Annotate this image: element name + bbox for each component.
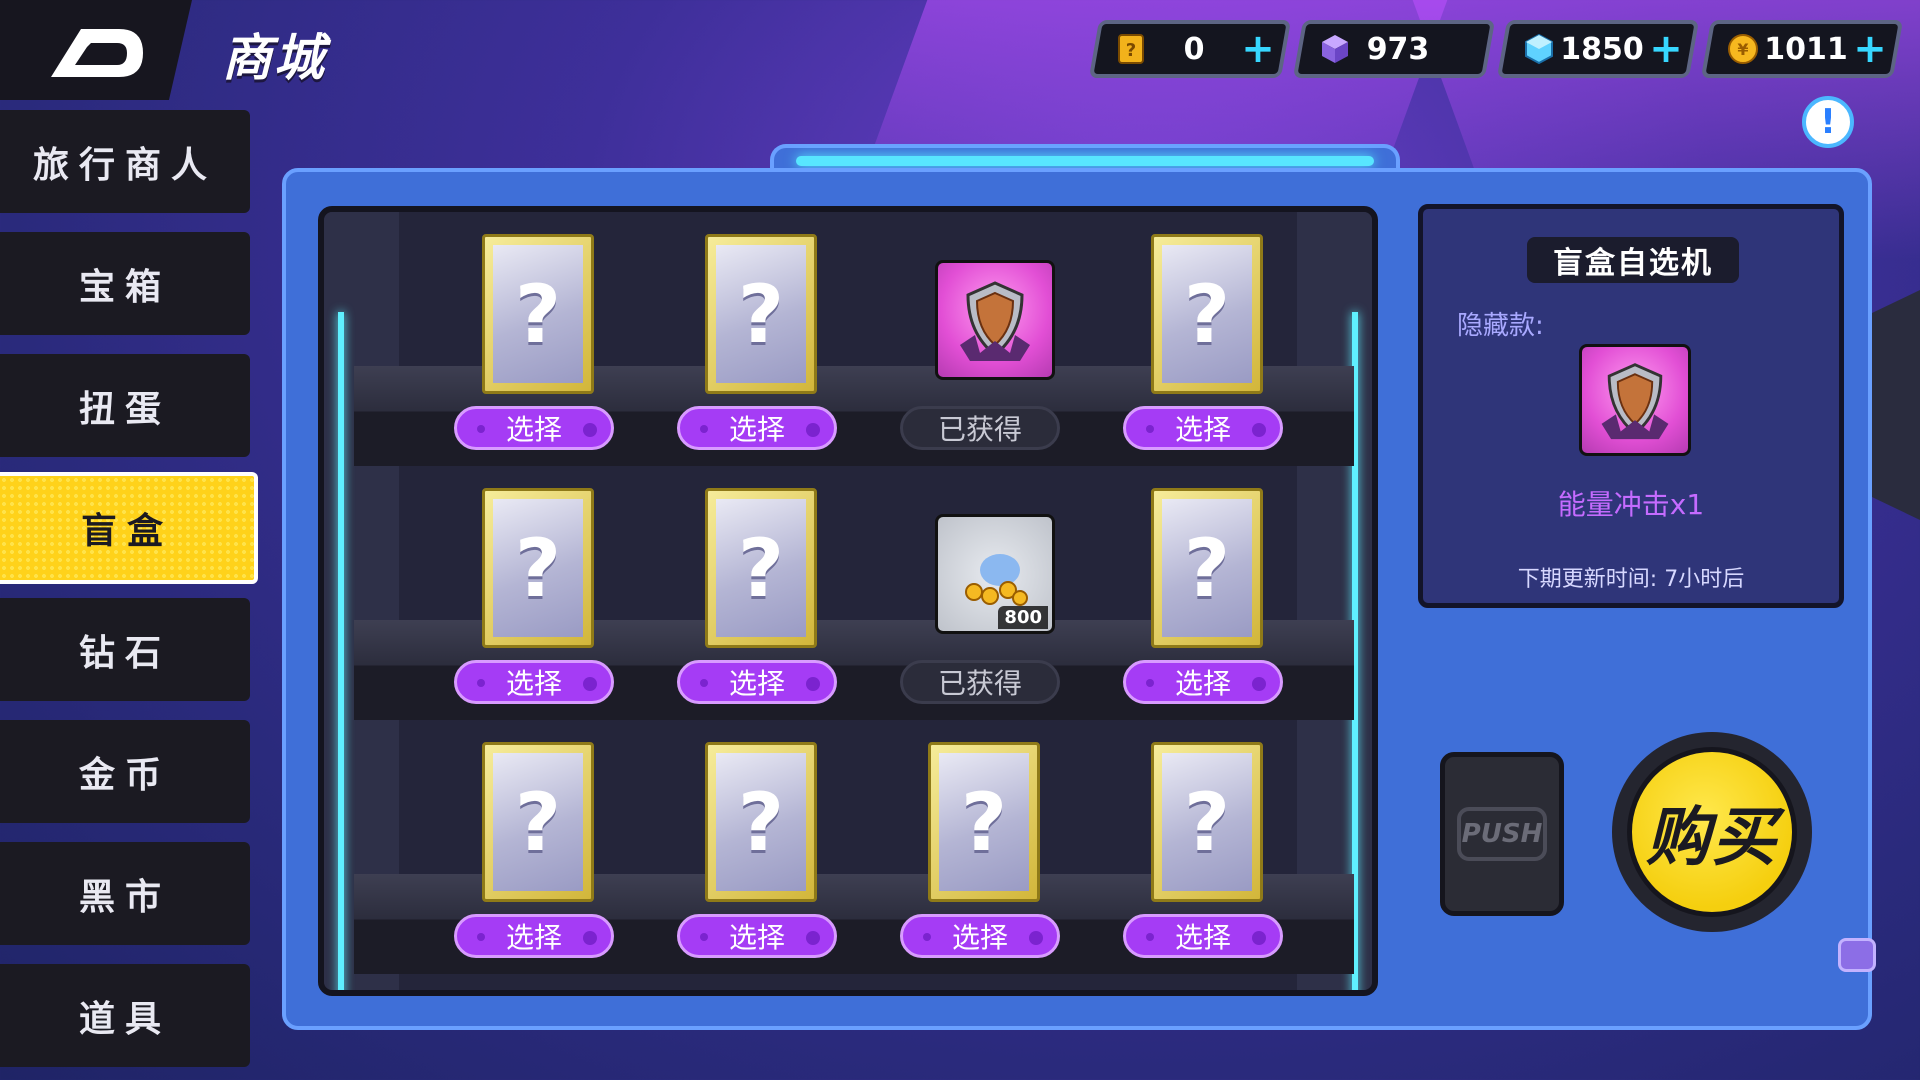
shield-icon	[960, 281, 1030, 361]
mystery-box[interactable]: ?	[705, 234, 817, 394]
select-button[interactable]: 选择	[900, 914, 1060, 958]
back-arrow-icon	[51, 29, 143, 77]
buy-button[interactable]: 购买	[1612, 732, 1812, 932]
sidebar-item-blind-box[interactable]: 盲盒	[0, 472, 258, 584]
select-button[interactable]: 选择	[677, 660, 837, 704]
energy-shield-reward	[935, 260, 1055, 380]
currency-gold: ¥ 1011 +	[1700, 20, 1904, 78]
back-button[interactable]	[0, 0, 192, 100]
next-refresh-time: 下期更新时间: 7小时后	[1517, 567, 1745, 592]
select-button[interactable]: 选择	[1123, 660, 1283, 704]
mystery-box[interactable]: ?	[1151, 742, 1263, 902]
hidden-item-label: 隐藏款:	[1457, 311, 1544, 341]
blind-box-slot: ? 选择	[652, 212, 852, 466]
question-mark-icon: ?	[1162, 245, 1252, 383]
info-button[interactable]: !	[1802, 96, 1854, 148]
push-label: PUSH	[1457, 807, 1547, 861]
mystery-box[interactable]: ?	[482, 234, 594, 394]
blind-box-slot: ? 选择	[429, 212, 629, 466]
blind-box-info-card: 盲盒自选机 隐藏款: 能量冲击x1 下期更新时间: 7小时后	[1418, 204, 1844, 608]
neon-strip-left	[338, 312, 344, 990]
diamond-icon	[1522, 32, 1556, 66]
gold-coin-icon: ¥	[1726, 32, 1760, 66]
add-gold-button[interactable]: +	[1852, 26, 1888, 72]
select-button[interactable]: 选择	[454, 660, 614, 704]
blind-box-slot: ? 选择	[1098, 212, 1298, 466]
sidebar-item-black-market[interactable]: 黑市	[0, 842, 250, 945]
ticket-icon: ?	[1114, 32, 1148, 66]
question-mark-icon: ?	[939, 753, 1029, 891]
question-mark-icon: ?	[493, 753, 583, 891]
blind-box-slot: ? 选择	[429, 466, 629, 720]
ticket-count: 0	[1183, 31, 1205, 67]
question-mark-icon: ?	[716, 753, 806, 891]
blind-box-slot: ? 选择	[1098, 466, 1298, 720]
blind-box-cabinet: ? 选择 ? 选择 已获得 ? 选择 ? 选择 ? 选择 800 已获得 ? 选…	[318, 206, 1378, 996]
page-title: 商城	[222, 29, 326, 87]
shield-icon	[1601, 363, 1669, 440]
mystery-box[interactable]: ?	[1151, 234, 1263, 394]
shop-sidebar: 旅行商人 宝箱 扭蛋 盲盒 钻石 金币 黑市 道具	[0, 110, 260, 1080]
mystery-box[interactable]: ?	[482, 488, 594, 648]
select-button[interactable]: 选择	[454, 914, 614, 958]
currency-ticket: ? 0 +	[1088, 20, 1292, 78]
question-mark-icon: ?	[716, 499, 806, 637]
cube-count: 973	[1366, 31, 1430, 67]
blind-box-slot: 800 已获得	[875, 466, 1075, 720]
currency-diamond: 1850 +	[1496, 20, 1700, 78]
select-button[interactable]: 选择	[454, 406, 614, 450]
sidebar-item-gacha[interactable]: 扭蛋	[0, 354, 250, 457]
question-mark-icon: ?	[493, 499, 583, 637]
panel-side-decoration	[1872, 290, 1920, 520]
question-mark-icon: ?	[1162, 499, 1252, 637]
obtained-label: 已获得	[900, 406, 1060, 450]
svg-text:?: ?	[1126, 40, 1136, 61]
chat-icon[interactable]	[1838, 938, 1876, 972]
add-diamond-button[interactable]: +	[1648, 26, 1684, 72]
blind-box-slot: ? 选择	[652, 720, 852, 974]
question-mark-icon: ?	[493, 245, 583, 383]
push-button[interactable]: PUSH	[1440, 752, 1564, 916]
gold-coin-reward: 800	[935, 514, 1055, 634]
sidebar-item-diamond[interactable]: 钻石	[0, 598, 250, 701]
diamond-count: 1850	[1560, 31, 1644, 67]
select-button[interactable]: 选择	[1123, 406, 1283, 450]
svg-text:¥: ¥	[1737, 40, 1748, 59]
purple-cube-icon	[1318, 32, 1352, 66]
select-button[interactable]: 选择	[677, 914, 837, 958]
select-button[interactable]: 选择	[1123, 914, 1283, 958]
mystery-box[interactable]: ?	[1151, 488, 1263, 648]
add-ticket-button[interactable]: +	[1240, 26, 1276, 72]
gold-count: 1011	[1764, 31, 1848, 67]
blind-box-slot: ? 选择	[429, 720, 629, 974]
sidebar-item-items[interactable]: 道具	[0, 964, 250, 1067]
buy-label: 购买	[1627, 747, 1797, 917]
blind-box-slot: 已获得	[875, 212, 1075, 466]
sidebar-item-traveling-merchant[interactable]: 旅行商人	[0, 110, 250, 213]
shelf-row: ? 选择 ? 选择 800 已获得 ? 选择	[354, 466, 1354, 720]
mystery-box[interactable]: ?	[482, 742, 594, 902]
blind-box-slot: ? 选择	[875, 720, 1075, 974]
blind-box-slot: ? 选择	[1098, 720, 1298, 974]
currency-cube: 973	[1292, 20, 1496, 78]
shelf-row: ? 选择 ? 选择 ? 选择 ? 选择	[354, 720, 1354, 974]
shelf-row: ? 选择 ? 选择 已获得 ? 选择	[354, 212, 1354, 466]
card-title: 盲盒自选机	[1527, 237, 1739, 283]
hidden-reward-name: 能量冲击x1	[1557, 488, 1705, 521]
mystery-box[interactable]: ?	[705, 488, 817, 648]
energy-shield-reward	[1579, 344, 1691, 456]
obtained-label: 已获得	[900, 660, 1060, 704]
reward-amount: 800	[998, 606, 1048, 629]
sidebar-item-gold[interactable]: 金币	[0, 720, 250, 823]
hidden-reward	[1579, 344, 1691, 456]
question-mark-icon: ?	[1162, 753, 1252, 891]
blind-box-slot: ? 选择	[652, 466, 852, 720]
mystery-box[interactable]: ?	[928, 742, 1040, 902]
question-mark-icon: ?	[716, 245, 806, 383]
sidebar-item-chest[interactable]: 宝箱	[0, 232, 250, 335]
coin-pile-icon	[965, 554, 1028, 606]
mystery-box[interactable]: ?	[705, 742, 817, 902]
select-button[interactable]: 选择	[677, 406, 837, 450]
